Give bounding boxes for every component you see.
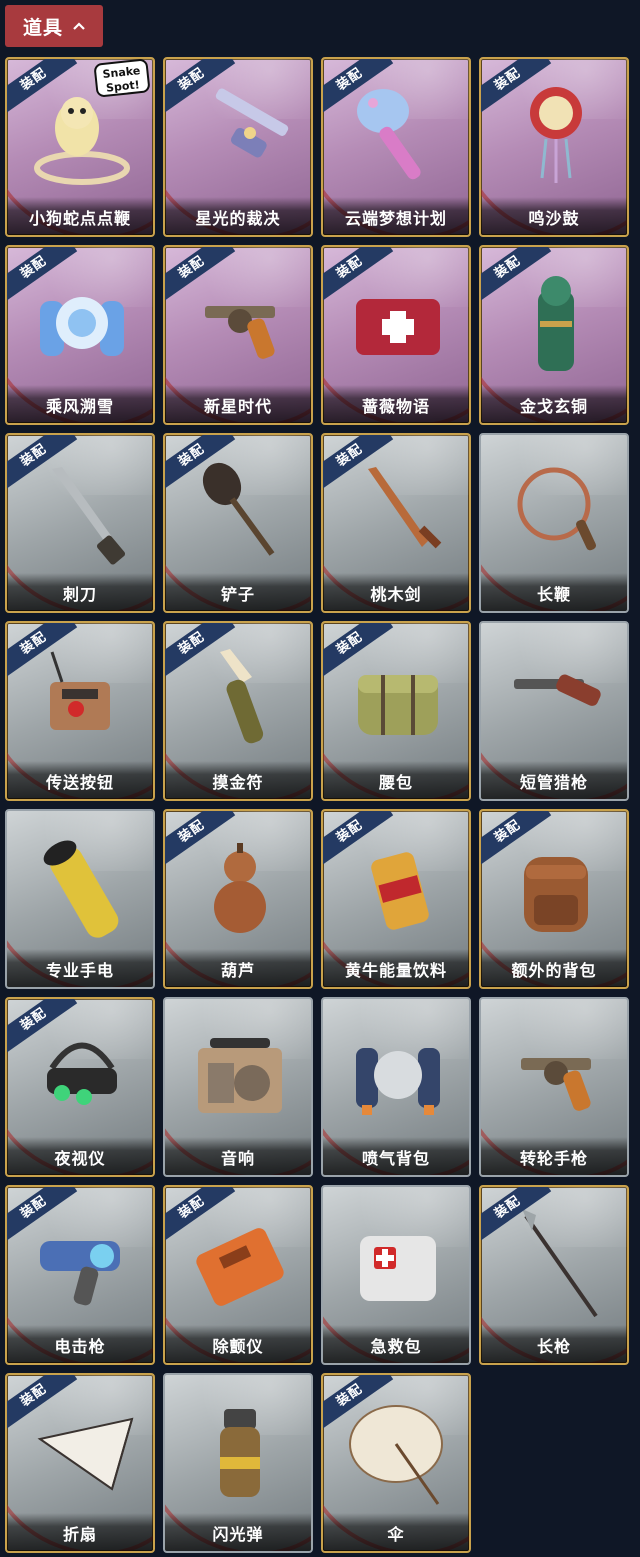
item-name: 专业手电 bbox=[7, 949, 153, 987]
gourd-icon bbox=[214, 843, 266, 933]
item-name: 额外的背包 bbox=[481, 949, 627, 987]
item-card[interactable]: 装配 刺刀 bbox=[5, 433, 155, 613]
snow-jetpack-icon bbox=[40, 297, 124, 356]
ornate-shotgun-icon bbox=[215, 88, 289, 158]
item-name: 急救包 bbox=[323, 1325, 469, 1363]
item-card[interactable]: 装配 除颤仪 bbox=[163, 1185, 313, 1365]
flashlight-icon bbox=[43, 840, 119, 938]
first-aid-kit-icon bbox=[360, 1236, 436, 1301]
item-name: 蔷薇物语 bbox=[323, 385, 469, 423]
night-vision-icon bbox=[47, 1042, 117, 1105]
item-card[interactable]: 装配伞 bbox=[321, 1373, 471, 1553]
umbrella-icon bbox=[349, 1405, 443, 1505]
item-card[interactable]: 装配 夜视仪 bbox=[5, 997, 155, 1177]
item-name: 转轮手枪 bbox=[481, 1137, 627, 1175]
shovel-icon bbox=[202, 462, 275, 556]
magic-wand-icon bbox=[357, 89, 421, 180]
bronze-grenade-icon bbox=[538, 276, 574, 371]
item-name: 新星时代 bbox=[165, 385, 311, 423]
item-card[interactable]: 急救包 bbox=[321, 1185, 471, 1365]
item-card[interactable]: 装配 长枪 bbox=[479, 1185, 629, 1365]
item-card[interactable]: 专业手电 bbox=[5, 809, 155, 989]
item-card[interactable]: 闪光弹 bbox=[163, 1373, 313, 1553]
snake-spot-logo: Snake Spot! bbox=[93, 59, 151, 98]
item-name: 长枪 bbox=[481, 1325, 627, 1363]
item-grid: 装配 Snake Spot! 小狗蛇点点鞭 装配 星光的裁决 装配 云端梦想计划 装配 鸣沙鼓装… bbox=[5, 57, 629, 1553]
section-tab-items[interactable]: 道具 bbox=[5, 5, 103, 47]
item-name: 闪光弹 bbox=[165, 1513, 311, 1551]
item-name: 刺刀 bbox=[7, 573, 153, 611]
talisman-icon bbox=[220, 649, 264, 744]
item-name: 葫芦 bbox=[165, 949, 311, 987]
item-card[interactable]: 装配 电击枪 bbox=[5, 1185, 155, 1365]
medkit-red-icon bbox=[356, 299, 440, 355]
item-name: 除颤仪 bbox=[165, 1325, 311, 1363]
item-card[interactable]: 装配 新星时代 bbox=[163, 245, 313, 425]
item-name: 小狗蛇点点鞭 bbox=[7, 197, 153, 235]
item-card[interactable]: 装配 桃木剑 bbox=[321, 433, 471, 613]
defibrillator-icon bbox=[196, 1228, 284, 1306]
item-card[interactable]: 装配 蔷薇物语 bbox=[321, 245, 471, 425]
teleport-button-icon bbox=[50, 651, 110, 730]
item-name: 桃木剑 bbox=[323, 573, 469, 611]
item-card[interactable]: 装配 额外的背包 bbox=[479, 809, 629, 989]
item-name: 喷气背包 bbox=[323, 1137, 469, 1175]
item-card[interactable]: 装配 云端梦想计划 bbox=[321, 57, 471, 237]
item-card[interactable]: 装配 Snake Spot! 小狗蛇点点鞭 bbox=[5, 57, 155, 237]
revolver-icon bbox=[521, 1058, 591, 1111]
item-card[interactable]: 音响 bbox=[163, 997, 313, 1177]
item-card[interactable]: 装配 摸金符 bbox=[163, 621, 313, 801]
item-card[interactable]: 装配 黄牛能量饮料 bbox=[321, 809, 471, 989]
item-name: 铲子 bbox=[165, 573, 311, 611]
waist-bag-icon bbox=[358, 675, 438, 735]
item-name: 长鞭 bbox=[481, 573, 627, 611]
item-card[interactable]: 装配 葫芦 bbox=[163, 809, 313, 989]
item-card[interactable]: 装配 折扇 bbox=[5, 1373, 155, 1553]
folding-fan-icon bbox=[37, 1417, 134, 1491]
revolver-icon bbox=[205, 306, 275, 359]
item-name: 音响 bbox=[165, 1137, 311, 1175]
item-name: 伞 bbox=[323, 1513, 469, 1551]
item-name: 摸金符 bbox=[165, 761, 311, 799]
item-name: 传送按钮 bbox=[7, 761, 153, 799]
ornament-drum-icon bbox=[530, 87, 582, 183]
item-name: 星光的裁决 bbox=[165, 197, 311, 235]
item-name: 黄牛能量饮料 bbox=[323, 949, 469, 987]
flashbang-icon bbox=[220, 1409, 260, 1497]
item-name: 短管猎枪 bbox=[481, 761, 627, 799]
spear-icon bbox=[522, 1209, 598, 1318]
radio-speaker-icon bbox=[198, 1038, 282, 1113]
chevron-up-icon bbox=[73, 22, 85, 30]
whip-icon bbox=[517, 467, 596, 551]
bayonet-icon bbox=[52, 467, 126, 565]
item-name: 夜视仪 bbox=[7, 1137, 153, 1175]
item-card[interactable]: 装配 铲子 bbox=[163, 433, 313, 613]
item-card[interactable]: 装配 传送按钮 bbox=[5, 621, 155, 801]
item-card[interactable]: 装配 鸣沙鼓 bbox=[479, 57, 629, 237]
energy-drink-icon bbox=[371, 852, 429, 930]
item-name: 金戈玄铜 bbox=[481, 385, 627, 423]
backpack-icon bbox=[524, 857, 588, 932]
item-card[interactable]: 喷气背包 bbox=[321, 997, 471, 1177]
item-name: 腰包 bbox=[323, 761, 469, 799]
item-card[interactable]: 长鞭 bbox=[479, 433, 629, 613]
item-card[interactable]: 装配 金戈玄铜 bbox=[479, 245, 629, 425]
sawed-off-shotgun-icon bbox=[514, 674, 601, 706]
item-name: 折扇 bbox=[7, 1513, 153, 1551]
item-card[interactable]: 装配 星光的裁决 bbox=[163, 57, 313, 237]
item-card[interactable]: 短管猎枪 bbox=[479, 621, 629, 801]
item-card[interactable]: 装配 乘风溯雪 bbox=[5, 245, 155, 425]
section-tab-label: 道具 bbox=[22, 16, 63, 39]
item-name: 云端梦想计划 bbox=[323, 197, 469, 235]
jetpack-icon bbox=[356, 1048, 440, 1115]
item-card[interactable]: 装配 腰包 bbox=[321, 621, 471, 801]
item-name: 电击枪 bbox=[7, 1325, 153, 1363]
item-name: 乘风溯雪 bbox=[7, 385, 153, 423]
item-card[interactable]: 转轮手枪 bbox=[479, 997, 629, 1177]
taser-gun-icon bbox=[40, 1241, 120, 1306]
wooden-sword-icon bbox=[368, 467, 442, 549]
item-name: 鸣沙鼓 bbox=[481, 197, 627, 235]
